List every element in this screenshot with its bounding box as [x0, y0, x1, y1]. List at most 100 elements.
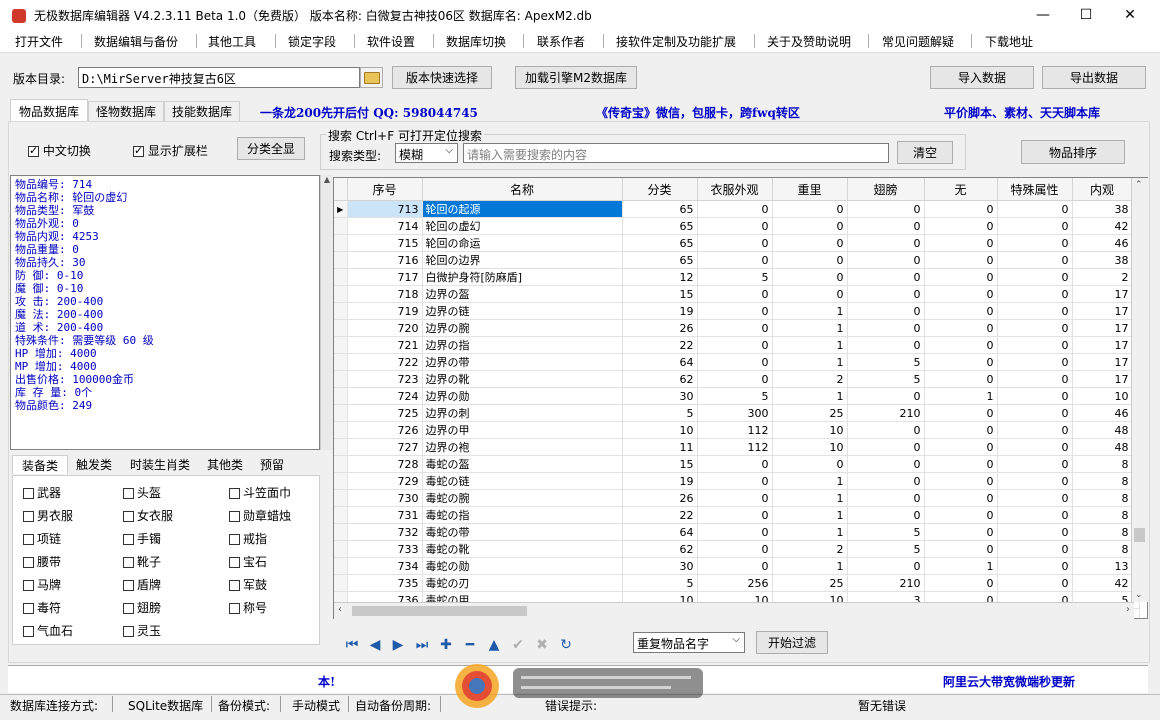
table-cell[interactable]: 722 [347, 353, 423, 371]
table-cell[interactable]: 轮回の边界 [422, 251, 623, 269]
dir-input[interactable]: D:\MirServer神技复古6区 [78, 67, 360, 88]
tab-items[interactable]: 物品数据库 [10, 99, 88, 122]
table-cell[interactable]: 720 [347, 319, 423, 337]
table-cell[interactable]: 0 [697, 472, 773, 490]
table-cell[interactable]: 边界の指 [422, 336, 623, 354]
table-cell[interactable]: 300 [697, 404, 773, 422]
table-cell[interactable]: 毒蛇の腕 [422, 489, 623, 507]
table-cell[interactable]: 1 [772, 557, 848, 575]
table-cell[interactable]: 0 [997, 574, 1073, 592]
table-cell[interactable]: 0 [847, 200, 925, 218]
table-cell[interactable]: 0 [697, 506, 773, 524]
table-cell[interactable]: 0 [997, 319, 1073, 337]
table-cell[interactable]: 边界の带 [422, 353, 623, 371]
scroll-thumb[interactable] [1134, 528, 1145, 542]
table-cell[interactable]: 0 [847, 506, 925, 524]
column-header[interactable]: 衣服外观 [697, 178, 773, 201]
category-checkbox[interactable]: 军鼓 [229, 576, 267, 593]
hscroll-thumb[interactable] [352, 606, 527, 616]
table-cell[interactable]: 0 [924, 336, 998, 354]
table-cell[interactable]: 733 [347, 540, 423, 558]
table-cell[interactable]: 边界の盔 [422, 285, 623, 303]
table-row[interactable]: 718 边界の盔 15 0 0 0 0 0 17 [334, 285, 1140, 303]
table-cell[interactable]: 13 [1072, 557, 1133, 575]
table-cell[interactable]: 1 [924, 387, 998, 405]
row-header[interactable] [334, 268, 348, 286]
menu-settings[interactable]: 软件设置 [367, 33, 415, 50]
scroll-right-icon[interactable]: › [1126, 604, 1130, 615]
table-cell[interactable]: 轮回の虚幻 [422, 217, 623, 235]
table-cell[interactable]: 42 [1072, 217, 1133, 235]
export-button[interactable]: 导出数据 [1042, 66, 1146, 89]
table-cell[interactable]: 10 [772, 421, 848, 439]
table-cell[interactable]: 0 [847, 285, 925, 303]
menu-other-tools[interactable]: 其他工具 [208, 33, 256, 50]
row-header[interactable] [334, 251, 348, 269]
table-cell[interactable]: 2 [772, 540, 848, 558]
table-cell[interactable]: 62 [622, 370, 698, 388]
category-checkbox[interactable]: 翅膀 [123, 599, 161, 616]
table-cell[interactable]: 719 [347, 302, 423, 320]
table-row[interactable]: 714 轮回の虚幻 65 0 0 0 0 0 42 [334, 217, 1140, 235]
table-cell[interactable]: 0 [847, 455, 925, 473]
table-cell[interactable]: 0 [924, 472, 998, 490]
table-cell[interactable]: 48 [1072, 421, 1133, 439]
row-header[interactable] [334, 540, 348, 558]
table-cell[interactable]: 0 [847, 234, 925, 252]
table-cell[interactable]: 724 [347, 387, 423, 405]
table-cell[interactable]: 0 [997, 234, 1073, 252]
table-cell[interactable]: 0 [772, 285, 848, 303]
table-cell[interactable]: 5 [622, 404, 698, 422]
table-cell[interactable]: 716 [347, 251, 423, 269]
table-cell[interactable]: 0 [997, 302, 1073, 320]
sort-button[interactable]: 物品排序 [1021, 140, 1125, 164]
table-cell[interactable]: 0 [997, 438, 1073, 456]
table-cell[interactable]: 0 [772, 217, 848, 235]
category-checkbox[interactable]: 称号 [229, 599, 267, 616]
table-cell[interactable]: 5 [697, 387, 773, 405]
table-cell[interactable]: 17 [1072, 353, 1133, 371]
table-cell[interactable]: 0 [997, 217, 1073, 235]
category-checkbox[interactable]: 灵玉 [123, 622, 161, 639]
insert-record-icon[interactable]: ✚ [437, 637, 455, 653]
table-cell[interactable]: 17 [1072, 302, 1133, 320]
row-header[interactable] [334, 319, 348, 337]
scroll-left-icon[interactable]: ‹ [338, 604, 342, 615]
row-header[interactable] [334, 506, 348, 524]
row-header[interactable] [334, 455, 348, 473]
table-cell[interactable]: 0 [924, 506, 998, 524]
table-cell[interactable]: 26 [622, 319, 698, 337]
table-cell[interactable]: 0 [924, 540, 998, 558]
row-header[interactable] [334, 217, 348, 235]
table-cell[interactable]: 0 [924, 404, 998, 422]
table-cell[interactable]: 0 [697, 217, 773, 235]
table-cell[interactable]: 0 [847, 472, 925, 490]
table-cell[interactable]: 0 [847, 251, 925, 269]
grid-vscroll[interactable]: ⌃ ⌄ [1131, 178, 1148, 602]
table-cell[interactable]: 0 [924, 251, 998, 269]
menu-contact[interactable]: 联系作者 [537, 33, 585, 50]
column-header[interactable]: 内观 [1072, 178, 1133, 201]
table-cell[interactable]: 210 [847, 574, 925, 592]
edit-record-icon[interactable]: ▲ [485, 637, 503, 653]
table-cell[interactable]: 717 [347, 268, 423, 286]
start-filter-button[interactable]: 开始过滤 [756, 631, 828, 654]
refresh-icon[interactable]: ↻ [557, 637, 575, 653]
table-row[interactable]: 730 毒蛇の腕 26 0 1 0 0 0 8 [334, 489, 1140, 507]
table-cell[interactable]: 11 [622, 438, 698, 456]
table-cell[interactable]: 1 [772, 302, 848, 320]
table-cell[interactable]: 26 [622, 489, 698, 507]
first-record-icon[interactable]: ⏮ [343, 637, 361, 653]
column-header[interactable]: 序号 [347, 178, 423, 201]
table-cell[interactable]: 0 [997, 455, 1073, 473]
table-cell[interactable]: 17 [1072, 285, 1133, 303]
menu-open-file[interactable]: 打开文件 [15, 33, 63, 50]
table-cell[interactable]: 0 [697, 319, 773, 337]
column-header[interactable]: 翅膀 [847, 178, 925, 201]
table-cell[interactable]: 5 [697, 268, 773, 286]
table-cell[interactable]: 0 [924, 455, 998, 473]
table-row[interactable]: 733 毒蛇の靴 62 0 2 5 0 0 8 [334, 540, 1140, 558]
category-checkbox[interactable]: 勋章蜡烛 [229, 507, 291, 524]
table-cell[interactable]: 727 [347, 438, 423, 456]
table-cell[interactable]: 0 [847, 268, 925, 286]
